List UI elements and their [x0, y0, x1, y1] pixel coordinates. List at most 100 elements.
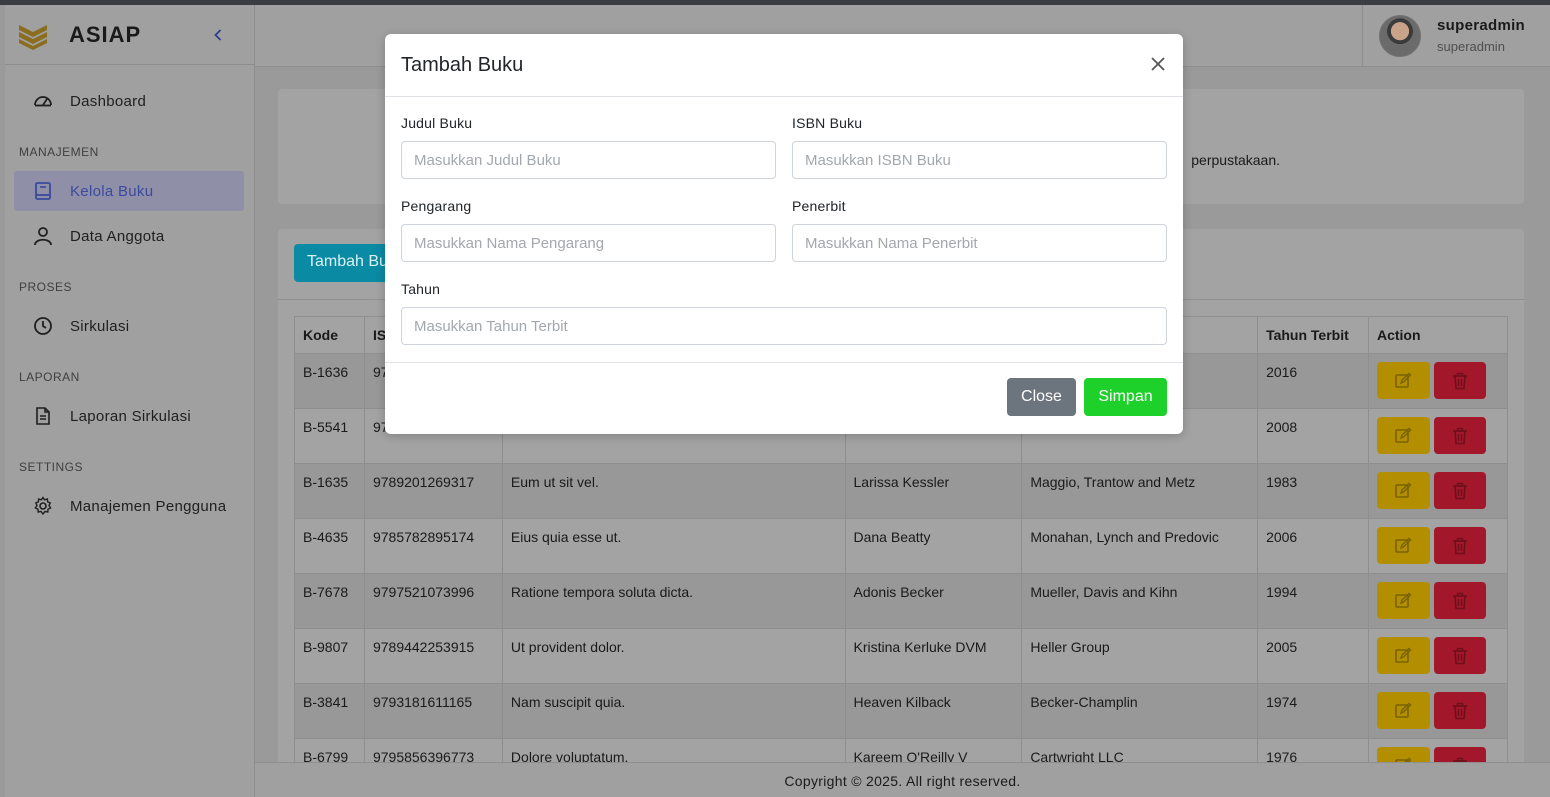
- table-cell: Adonis Becker: [844, 573, 1023, 629]
- trash-icon: [1451, 372, 1469, 390]
- footer: Copyright © 2025. All right reserved.: [255, 762, 1550, 797]
- delete-button[interactable]: [1433, 692, 1486, 729]
- close-icon[interactable]: [1147, 53, 1169, 75]
- action-cell: [1367, 573, 1509, 629]
- table-cell: 1994: [1257, 573, 1369, 629]
- brand: ASIAP: [5, 5, 254, 65]
- delete-button[interactable]: [1433, 527, 1486, 564]
- table-cell: B-9807: [294, 628, 365, 684]
- field-isbn: ISBN Buku: [792, 115, 1167, 179]
- table-cell: Nam suscipit quia.: [501, 683, 846, 739]
- edit-button[interactable]: [1376, 527, 1430, 564]
- table-row: B-9807 9789442253915 Ut provident dolor. Kr…: [294, 628, 1509, 684]
- sidebar: ASIAP Dashboard MANAJEMEN Kelola Buku Da…: [5, 5, 255, 797]
- delete-button[interactable]: [1433, 637, 1486, 674]
- sidebar-item-sirkulasi[interactable]: Sirkulasi: [14, 306, 244, 346]
- close-button[interactable]: Close: [1007, 378, 1076, 416]
- pengarang-input[interactable]: [401, 224, 776, 262]
- edit-button[interactable]: [1376, 362, 1430, 399]
- edit-button[interactable]: [1376, 472, 1430, 509]
- delete-button[interactable]: [1433, 472, 1486, 509]
- edit-button[interactable]: [1376, 582, 1430, 619]
- table-cell: 9785782895174: [363, 518, 503, 574]
- judul-buku-input[interactable]: [401, 141, 776, 179]
- isbn-buku-input[interactable]: [792, 141, 1167, 179]
- field-label: Pengarang: [401, 198, 472, 214]
- sidebar-item-dashboard[interactable]: Dashboard: [14, 81, 244, 121]
- modal-body: Judul Buku ISBN Buku Pengarang Penerbit …: [385, 97, 1183, 363]
- edit-icon: [1394, 482, 1412, 500]
- table-row: B-3841 9793181611165 Nam suscipit quia. Hea…: [294, 683, 1509, 739]
- delete-button[interactable]: [1433, 582, 1486, 619]
- info-card-text: perpustakaan.: [1191, 152, 1280, 168]
- table-row: B-7678 9797521073996 Ratione tempora solut…: [294, 573, 1509, 629]
- table-cell: B-1636: [294, 353, 365, 409]
- modal-title: Tambah Buku: [401, 53, 524, 76]
- sidebar-item-label: Laporan Sirkulasi: [70, 407, 191, 425]
- edit-icon: [1394, 537, 1412, 555]
- table-row: B-1635 9789201269317 Eum ut sit vel. Lariss…: [294, 463, 1509, 519]
- action-cell: [1367, 408, 1509, 464]
- table-cell: B-7678: [294, 573, 365, 629]
- trash-icon: [1451, 482, 1469, 500]
- sidebar-item-data-anggota[interactable]: Data Anggota: [14, 216, 244, 256]
- table-cell: Eum ut sit vel.: [501, 463, 846, 519]
- modal-header: Tambah Buku: [385, 34, 1183, 97]
- chevron-left-icon[interactable]: [210, 25, 226, 45]
- user-name: superadmin: [1437, 17, 1526, 34]
- section-heading-settings: SETTINGS: [19, 460, 84, 474]
- table-cell: Heaven Kilback: [844, 683, 1023, 739]
- table-cell: 9793181611165: [363, 683, 503, 739]
- column-header: Tahun Terbit: [1257, 316, 1369, 354]
- sidebar-item-manajemen-pengguna[interactable]: Manajemen Pengguna: [14, 486, 244, 526]
- field-pengarang: Pengarang: [401, 198, 776, 262]
- table-row: B-4635 9785782895174 Eius quia esse ut. Dan…: [294, 518, 1509, 574]
- table-cell: Kristina Kerluke DVM: [844, 628, 1023, 684]
- field-judul: Judul Buku: [401, 115, 776, 179]
- table-cell: 2008: [1257, 408, 1369, 464]
- book-icon: [32, 180, 54, 202]
- field-tahun: Tahun: [401, 281, 1167, 345]
- delete-button[interactable]: [1433, 362, 1486, 399]
- action-cell: [1367, 353, 1509, 409]
- field-label: Tahun: [401, 281, 441, 297]
- sidebar-item-laporan-sirkulasi[interactable]: Laporan Sirkulasi: [14, 396, 244, 436]
- table-cell: 1983: [1257, 463, 1369, 519]
- trash-icon: [1451, 702, 1469, 720]
- section-heading-manajemen: MANAJEMEN: [19, 145, 99, 159]
- edit-icon: [1394, 647, 1412, 665]
- delete-button[interactable]: [1433, 417, 1486, 454]
- user-menu[interactable]: superadmin superadmin: [1362, 5, 1550, 66]
- table-cell: Ut provident dolor.: [501, 628, 846, 684]
- field-penerbit: Penerbit: [792, 198, 1167, 262]
- sidebar-item-label: Dashboard: [70, 92, 147, 110]
- table-cell: 9789442253915: [363, 628, 503, 684]
- table-cell: 2006: [1257, 518, 1369, 574]
- action-cell: [1367, 683, 1509, 739]
- sidebar-nav: Dashboard MANAJEMEN Kelola Buku Data Ang…: [5, 65, 254, 526]
- table-cell: Heller Group: [1021, 628, 1259, 684]
- penerbit-input[interactable]: [792, 224, 1167, 262]
- gear-icon: [32, 495, 54, 517]
- section-heading-proses: PROSES: [19, 280, 73, 294]
- table-cell: 2016: [1257, 353, 1369, 409]
- edit-button[interactable]: [1376, 637, 1430, 674]
- table-cell: 9797521073996: [363, 573, 503, 629]
- action-cell: [1367, 463, 1509, 519]
- field-label: ISBN Buku: [792, 115, 863, 131]
- table-cell: B-3841: [294, 683, 365, 739]
- table-cell: B-1635: [294, 463, 365, 519]
- table-cell: Mueller, Davis and Kihn: [1021, 573, 1259, 629]
- table-cell: Ratione tempora soluta dicta.: [501, 573, 846, 629]
- sidebar-item-kelola-buku[interactable]: Kelola Buku: [14, 171, 244, 211]
- tahun-input[interactable]: [401, 307, 1167, 345]
- table-cell: 2005: [1257, 628, 1369, 684]
- speedometer-icon: [32, 90, 54, 112]
- save-button[interactable]: Simpan: [1084, 378, 1167, 416]
- edit-button[interactable]: [1376, 692, 1430, 729]
- edit-icon: [1394, 702, 1412, 720]
- edit-icon: [1394, 372, 1412, 390]
- document-icon: [32, 405, 54, 427]
- edit-button[interactable]: [1376, 417, 1430, 454]
- modal-footer: Close Simpan: [385, 363, 1183, 433]
